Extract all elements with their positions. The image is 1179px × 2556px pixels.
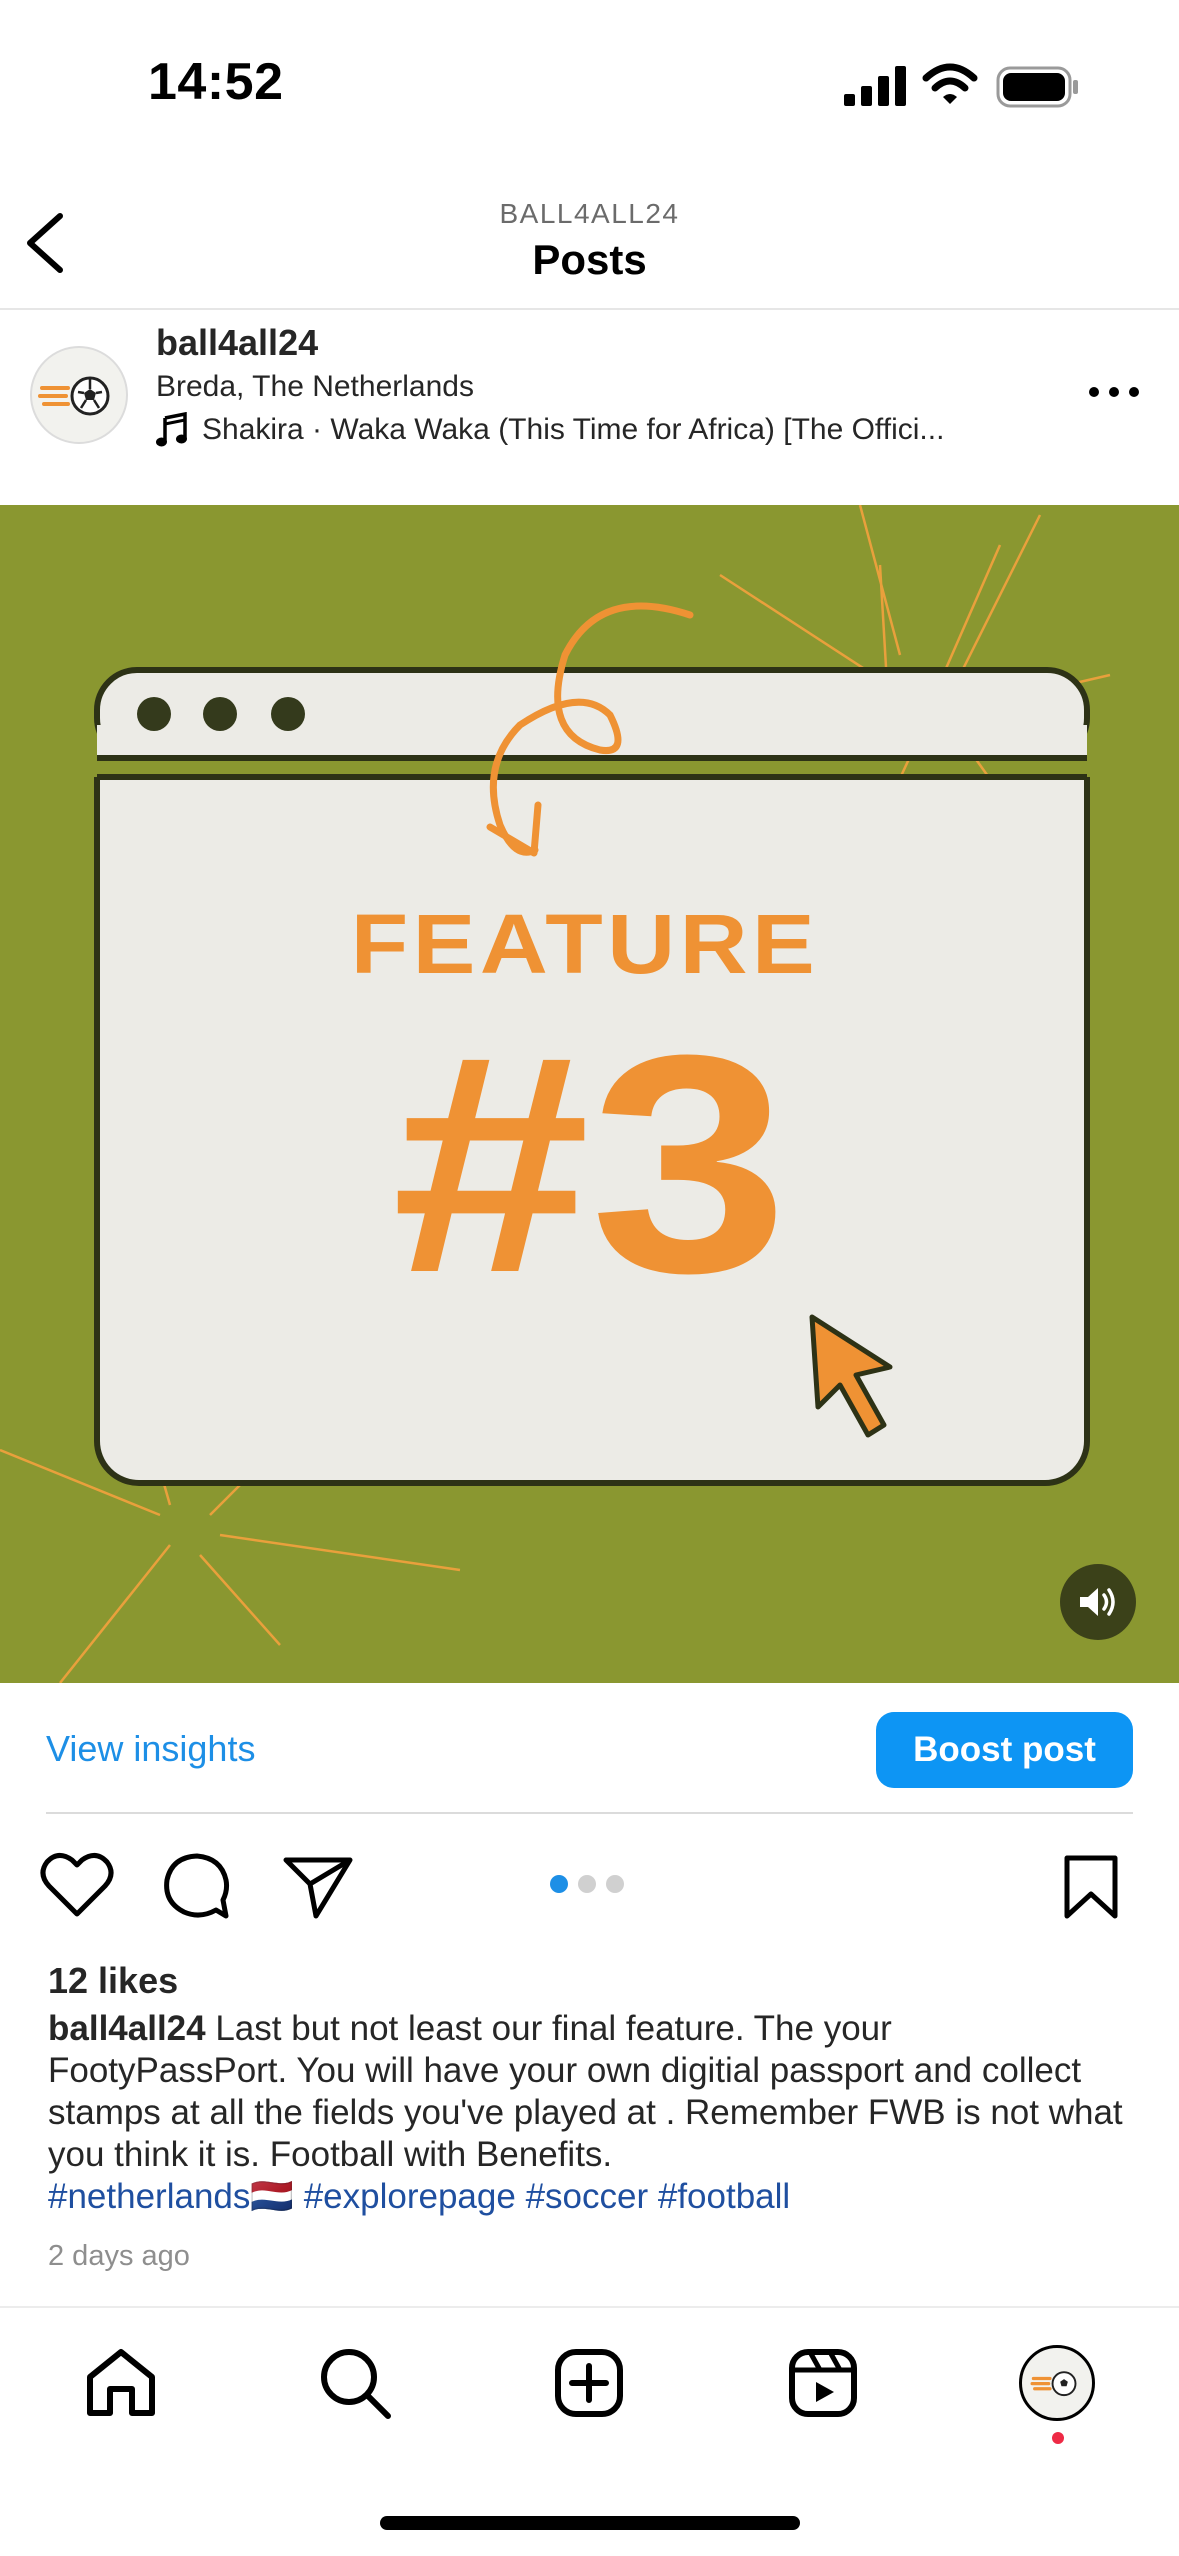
create-post-icon	[555, 2349, 623, 2417]
feature-number: #3	[392, 991, 789, 1337]
speaker-icon	[1080, 1588, 1115, 1616]
carousel-dot	[606, 1875, 624, 1893]
share-send-icon[interactable]	[282, 1854, 354, 1920]
home-icon	[87, 2349, 155, 2416]
hashtag[interactable]: #explorepage	[304, 2177, 516, 2216]
tab-profile[interactable]	[1012, 2338, 1102, 2428]
carousel-dot-active	[550, 1875, 568, 1893]
post-timestamp: 2 days ago	[48, 2240, 190, 2272]
tab-create[interactable]	[544, 2338, 634, 2428]
search-icon	[321, 2349, 391, 2419]
soccer-ball-logo-icon	[38, 376, 110, 416]
status-time: 14:52	[148, 53, 284, 111]
window-dot-icon	[137, 697, 171, 731]
cellular-signal-icon	[844, 66, 906, 106]
notification-dot	[1052, 2432, 1064, 2444]
tab-bar-divider	[0, 2306, 1179, 2308]
carousel-dot	[578, 1875, 596, 1893]
tab-reels[interactable]	[778, 2338, 868, 2428]
actions-divider	[46, 1812, 1133, 1814]
window-dot-icon	[203, 697, 237, 731]
music-track[interactable]: Shakira · Waka Waka (This Time for Afric…	[156, 412, 1036, 448]
tab-home[interactable]	[76, 2338, 166, 2428]
bookmark-save-icon[interactable]	[1062, 1854, 1120, 1920]
home-indicator[interactable]	[380, 2516, 800, 2530]
avatar[interactable]	[30, 346, 128, 444]
battery-icon	[996, 66, 1078, 108]
carousel-indicator	[550, 1875, 624, 1893]
hashtag[interactable]: #soccer	[526, 2177, 649, 2216]
post-username[interactable]: ball4all24	[156, 322, 318, 364]
view-insights-link[interactable]: View insights	[46, 1728, 255, 1770]
tab-search[interactable]	[310, 2338, 400, 2428]
wifi-icon	[922, 63, 978, 104]
hashtag[interactable]: #netherlands🇳🇱	[48, 2177, 294, 2216]
reels-icon	[789, 2349, 857, 2417]
profile-avatar	[1019, 2345, 1095, 2421]
more-options-icon[interactable]	[1088, 384, 1140, 400]
soccer-ball-logo-icon	[1030, 2371, 1077, 2397]
caption-username[interactable]: ball4all24	[48, 2009, 206, 2048]
post-image[interactable]: FEATURE #3	[0, 505, 1179, 1683]
boost-post-button[interactable]: Boost post	[876, 1712, 1133, 1788]
header-username: BALL4ALL24	[499, 198, 680, 229]
feature-headline: FEATURE	[351, 897, 820, 991]
feature-graphic: FEATURE #3	[0, 505, 1111, 1683]
heart-icon[interactable]	[40, 1852, 114, 1918]
post-caption: ball4all24 Last but not least our final …	[48, 2008, 1128, 2218]
comment-icon[interactable]	[162, 1852, 232, 1922]
hashtag[interactable]: #football	[658, 2177, 790, 2216]
likes-count[interactable]: 12 likes	[48, 1960, 178, 2002]
caption-text: Last but not least our final feature. Th…	[48, 2009, 1123, 2174]
post-location[interactable]: Breda, The Netherlands	[156, 370, 474, 404]
music-note-icon	[156, 412, 187, 447]
music-track-label: Shakira · Waka Waka (This Time for Afric…	[202, 413, 945, 446]
sound-toggle-button[interactable]	[1060, 1564, 1136, 1640]
page-title: Posts	[532, 236, 647, 283]
header-divider	[0, 308, 1179, 310]
window-dot-icon	[271, 697, 305, 731]
